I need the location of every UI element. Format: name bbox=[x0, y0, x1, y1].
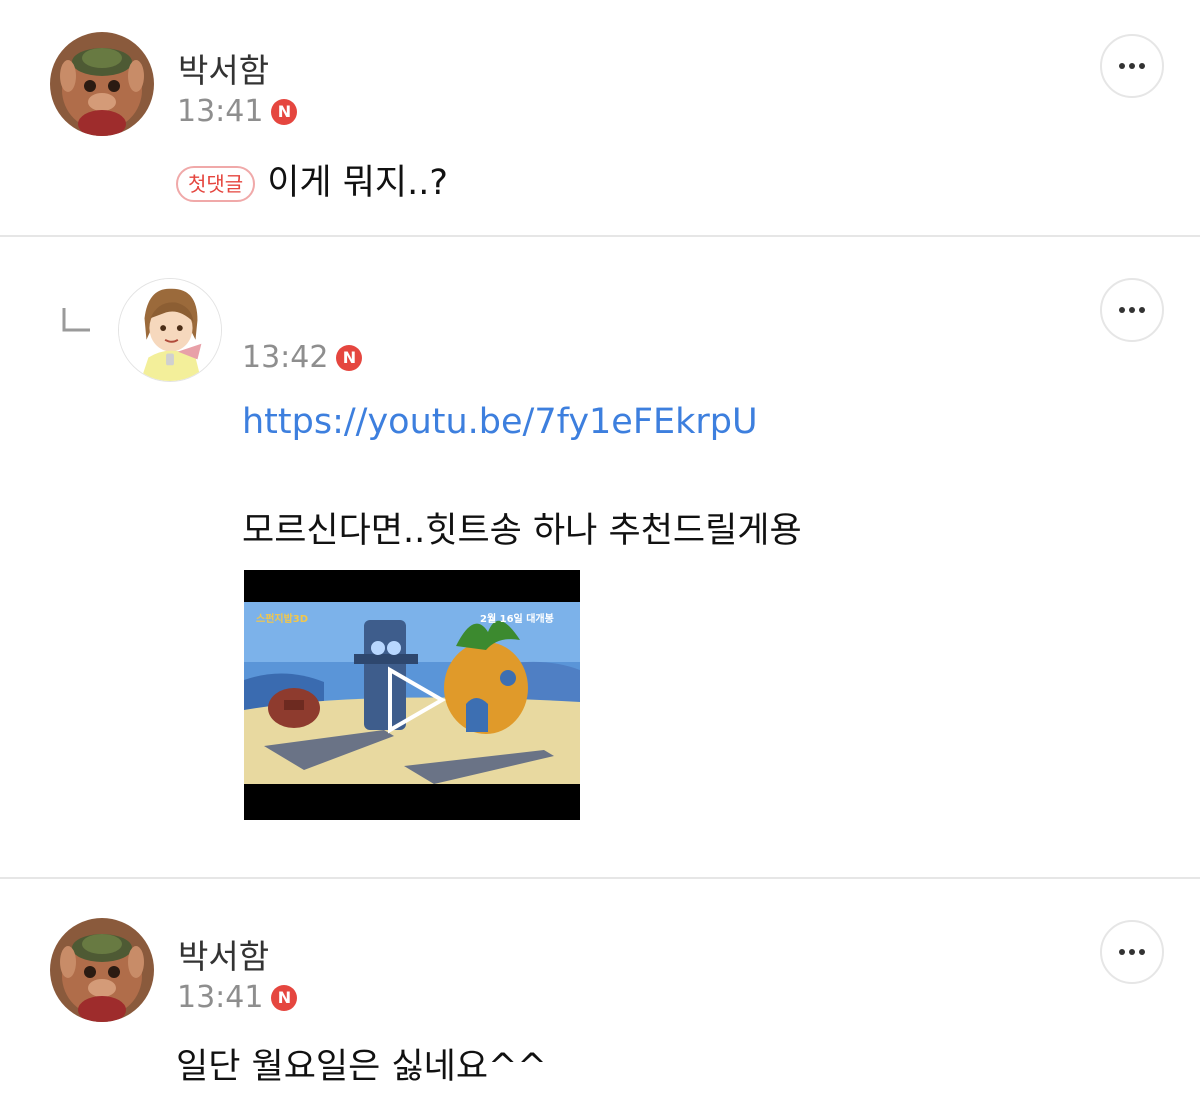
avatar-character-image bbox=[50, 32, 154, 136]
comment-text-row: 첫댓글 이게 뭐지..? bbox=[176, 154, 448, 205]
avatar[interactable] bbox=[50, 918, 154, 1022]
divider bbox=[0, 877, 1200, 879]
first-comment-tag: 첫댓글 bbox=[176, 166, 256, 202]
timestamp-row: 13:41 N bbox=[177, 980, 298, 1015]
more-options-button[interactable] bbox=[1100, 920, 1164, 984]
comment-text: 이게 뭐지..? bbox=[267, 163, 448, 203]
reply-arrow-icon bbox=[62, 308, 90, 332]
new-badge: N bbox=[271, 98, 298, 125]
new-badge: N bbox=[336, 344, 363, 371]
timestamp: 13:41 bbox=[177, 94, 264, 129]
divider bbox=[0, 235, 1200, 237]
avatar[interactable] bbox=[118, 278, 222, 382]
video-overlay-date: 2월 16일 대개봉 bbox=[480, 614, 554, 625]
avatar[interactable] bbox=[50, 32, 154, 136]
avatar-character-image bbox=[119, 279, 221, 381]
author-name[interactable]: 박서함 bbox=[178, 44, 269, 92]
new-badge: N bbox=[271, 984, 298, 1011]
more-options-button[interactable] bbox=[1100, 278, 1164, 342]
timestamp: 13:41 bbox=[177, 980, 264, 1015]
timestamp-row: 13:41 N bbox=[177, 94, 298, 129]
more-options-icon bbox=[1119, 949, 1145, 955]
timestamp: 13:42 bbox=[242, 340, 329, 375]
author-name[interactable]: 박서함 bbox=[178, 930, 269, 978]
more-options-button[interactable] bbox=[1100, 34, 1164, 98]
more-options-icon bbox=[1119, 307, 1145, 313]
timestamp-row: 13:42 N bbox=[242, 340, 363, 375]
video-thumbnail-image bbox=[244, 570, 580, 820]
video-overlay-title: 스펀지밥3D bbox=[256, 614, 309, 625]
comment-text: 일단 월요일은 싫네요^^ bbox=[176, 1047, 547, 1087]
comment-text: 모르신다면..힛트송 하나 추천드릴게용 bbox=[242, 511, 802, 551]
avatar-character-image bbox=[50, 918, 154, 1022]
more-options-icon bbox=[1119, 63, 1145, 69]
youtube-link[interactable]: https://youtu.be/7fy1eFEkrpU bbox=[242, 402, 758, 442]
video-thumbnail[interactable]: 스펀지밥3D 2월 16일 대개봉 bbox=[244, 570, 580, 820]
